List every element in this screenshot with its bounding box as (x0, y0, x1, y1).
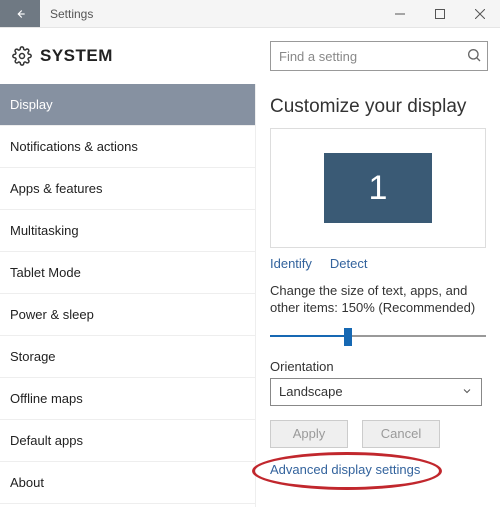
sidebar-item-label: Power & sleep (10, 307, 94, 322)
close-button[interactable] (460, 0, 500, 27)
system-heading: SYSTEM (40, 46, 113, 66)
close-icon (475, 9, 485, 19)
sidebar-item-label: Display (10, 97, 53, 112)
apply-label: Apply (293, 426, 326, 441)
cancel-label: Cancel (381, 426, 421, 441)
sidebar-item-power[interactable]: Power & sleep (0, 294, 255, 336)
titlebar: Settings (0, 0, 500, 28)
sidebar: Display Notifications & actions Apps & f… (0, 84, 256, 507)
advanced-wrap: Advanced display settings (270, 462, 420, 477)
button-row: Apply Cancel (270, 420, 486, 448)
body: Display Notifications & actions Apps & f… (0, 84, 500, 507)
sidebar-item-label: Multitasking (10, 223, 79, 238)
sidebar-item-defaultapps[interactable]: Default apps (0, 420, 255, 462)
sidebar-item-notifications[interactable]: Notifications & actions (0, 126, 255, 168)
sidebar-item-tablet[interactable]: Tablet Mode (0, 252, 255, 294)
minimize-icon (395, 9, 405, 19)
identify-link[interactable]: Identify (270, 256, 312, 271)
monitor-preview-pane[interactable]: 1 (270, 128, 486, 248)
sidebar-item-label: Notifications & actions (10, 139, 138, 154)
sidebar-item-storage[interactable]: Storage (0, 336, 255, 378)
sidebar-item-display[interactable]: Display (0, 84, 255, 126)
back-button[interactable] (0, 0, 40, 27)
page-title: Customize your display (270, 96, 486, 118)
sidebar-item-label: Apps & features (10, 181, 103, 196)
monitor-1[interactable]: 1 (324, 153, 432, 223)
orientation-select[interactable]: Landscape (270, 378, 482, 406)
sidebar-item-offlinemaps[interactable]: Offline maps (0, 378, 255, 420)
search-input[interactable] (270, 41, 488, 71)
window-title: Settings (40, 0, 380, 27)
maximize-button[interactable] (420, 0, 460, 27)
sidebar-item-apps[interactable]: Apps & features (0, 168, 255, 210)
sidebar-item-label: Offline maps (10, 391, 83, 406)
cancel-button[interactable]: Cancel (362, 420, 440, 448)
arrow-left-icon (13, 7, 27, 21)
sidebar-item-label: Tablet Mode (10, 265, 81, 280)
sidebar-item-about[interactable]: About (0, 462, 255, 504)
sidebar-item-label: Storage (10, 349, 56, 364)
header: SYSTEM (0, 28, 500, 84)
slider-thumb[interactable] (344, 328, 352, 346)
minimize-button[interactable] (380, 0, 420, 27)
apply-button[interactable]: Apply (270, 420, 348, 448)
scale-slider[interactable] (270, 323, 486, 349)
header-left: SYSTEM (12, 46, 113, 66)
slider-fill (270, 335, 348, 337)
sidebar-item-label: Default apps (10, 433, 83, 448)
sidebar-item-label: About (10, 475, 44, 490)
chevron-down-icon (461, 385, 473, 397)
gear-icon (12, 46, 32, 66)
detect-link[interactable]: Detect (330, 256, 368, 271)
orientation-value: Landscape (279, 384, 343, 399)
window-controls (380, 0, 500, 27)
scale-text: Change the size of text, apps, and other… (270, 283, 486, 317)
monitor-actions: Identify Detect (270, 256, 486, 271)
search-wrap (270, 41, 488, 71)
maximize-icon (435, 9, 445, 19)
advanced-display-link[interactable]: Advanced display settings (270, 462, 420, 477)
orientation-label: Orientation (270, 359, 486, 374)
search-icon (466, 47, 482, 63)
sidebar-item-multitasking[interactable]: Multitasking (0, 210, 255, 252)
content: Customize your display 1 Identify Detect… (256, 84, 500, 507)
